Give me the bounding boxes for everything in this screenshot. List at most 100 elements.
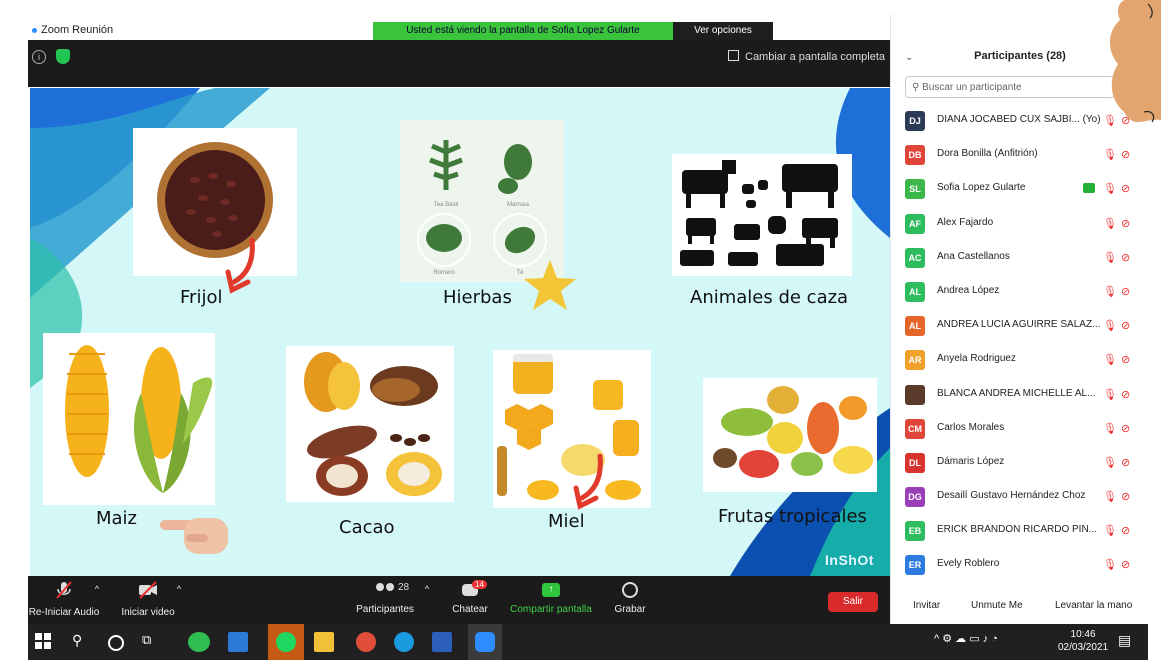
- label-cacao: Cacao: [339, 517, 395, 538]
- participant-row[interactable]: AL Andrea López 🎙 ⊘: [891, 275, 1149, 309]
- fullscreen-button[interactable]: Cambiar a pantalla completa: [728, 50, 885, 63]
- participant-row[interactable]: AF Alex Fajardo 🎙 ⊘: [891, 207, 1149, 241]
- spotify-tile[interactable]: [268, 624, 304, 660]
- file-explorer-icon[interactable]: [314, 632, 334, 652]
- participants-button[interactable]: 28 Participantes: [350, 580, 420, 615]
- chat-icon: 14: [446, 580, 494, 600]
- spotify-icon: [276, 632, 296, 652]
- participant-row[interactable]: EB ERICK BRANDON RICARDO PIN... 🎙 ⊘: [891, 514, 1149, 548]
- label-frijol: Frijol: [180, 287, 223, 308]
- muted-mic-icon: 🎙: [1103, 251, 1117, 264]
- taskbar-clock[interactable]: 10:46 02/03/2021: [1058, 628, 1108, 654]
- video-off-icon: ⊘: [1121, 285, 1131, 298]
- label-animales: Animales de caza: [690, 287, 849, 308]
- share-header: i Cambiar a pantalla completa: [28, 40, 890, 87]
- fullscreen-icon: [728, 50, 739, 61]
- muted-mic-icon: 🎙: [1103, 525, 1117, 538]
- video-off-icon: ⊘: [1121, 525, 1131, 538]
- participant-row[interactable]: SL Sofia Lopez Gularte 🎙 ⊘: [891, 172, 1149, 206]
- participant-name: Anyela Rodriguez: [937, 353, 1016, 365]
- participant-row[interactable]: BLANCA ANDREA MICHELLE AL... 🎙 ⊘: [891, 378, 1149, 412]
- search-icon: ⚲: [912, 82, 920, 93]
- avatar: DL: [905, 452, 925, 473]
- participants-icon: 28: [350, 580, 420, 600]
- view-options-button[interactable]: Ver opciones: [673, 22, 773, 40]
- participant-name: Evely Roblero: [937, 558, 1000, 570]
- participant-row[interactable]: AC Ana Castellanos 🎙 ⊘: [891, 241, 1149, 275]
- avatar: AL: [905, 316, 925, 337]
- video-off-icon: ⊘: [1121, 559, 1131, 572]
- zoom-icon: [32, 28, 37, 33]
- video-off-icon: ⊘: [1121, 217, 1131, 230]
- zoom-icon: [475, 632, 495, 652]
- participant-name: Andrea López: [937, 284, 1000, 296]
- zoom-taskbar-tile[interactable]: [468, 624, 502, 660]
- video-off-icon: ⊘: [1121, 491, 1131, 504]
- chat-label: Chatear: [452, 604, 488, 615]
- video-off-icon: ⊘: [1121, 320, 1131, 333]
- muted-mic-icon: 🎙: [1103, 491, 1117, 504]
- system-tray-icons[interactable]: ^ ⚙ ☁ ▭ ♪ ◔: [934, 632, 1034, 652]
- video-off-icon: ⊘: [1121, 422, 1131, 435]
- participant-list: DJ DIANA JOCABED CUX SAJBI... (Yo) 🎙 ⊘ DB Do…: [891, 104, 1149, 583]
- search-icon[interactable]: ⚲: [72, 632, 92, 652]
- info-icon[interactable]: i: [32, 50, 46, 64]
- label-frutas: Frutas tropicales: [718, 506, 867, 527]
- muted-mic-icon: 🎙: [1103, 320, 1117, 333]
- cacao-image: [286, 346, 454, 502]
- clock-date: 02/03/2021: [1058, 642, 1109, 653]
- participant-search-input[interactable]: ⚲ Buscar un participante: [905, 76, 1115, 98]
- whatsapp-icon[interactable]: [188, 632, 210, 652]
- participant-row[interactable]: CM Carlos Morales 🎙 ⊘: [891, 412, 1149, 446]
- shield-icon[interactable]: [56, 49, 70, 64]
- viewing-banner: Usted está viendo la pantalla de Sofia L…: [373, 22, 673, 40]
- participants-chevron-icon[interactable]: ^: [420, 584, 434, 594]
- muted-mic-icon: 🎙: [1103, 388, 1117, 401]
- audio-options-chevron-icon[interactable]: ^: [90, 584, 104, 594]
- participant-name: Alex Fajardo: [937, 216, 994, 228]
- frijol-image: [133, 128, 297, 276]
- participant-name: Dora Bonilla (Anfitrión): [937, 148, 1038, 160]
- animales-image: [672, 154, 852, 276]
- chrome-icon[interactable]: [356, 632, 376, 652]
- task-view-icon[interactable]: ⧉: [142, 632, 162, 652]
- video-off-icon: ⊘: [1121, 354, 1131, 367]
- participant-name: Desailí Gustavo Hernández Choz: [937, 490, 1086, 502]
- avatar: DG: [905, 487, 925, 508]
- participant-row[interactable]: ER Evely Roblero 🎙 ⊘: [891, 548, 1149, 582]
- participant-row[interactable]: AL ANDREA LUCIA AGUIRRE SALAZ... 🎙 ⊘: [891, 309, 1149, 343]
- share-screen-button[interactable]: ↑ Compartir pantalla: [506, 580, 596, 615]
- participant-name: Ana Castellanos: [937, 250, 1010, 262]
- video-options-chevron-icon[interactable]: ^: [172, 584, 186, 594]
- red-arrow-icon: [225, 238, 255, 294]
- frutas-image: [703, 378, 877, 492]
- participants-count: 28: [398, 582, 410, 593]
- video-off-icon: ⊘: [1121, 149, 1131, 162]
- participant-name: Sofia Lopez Gularte: [937, 182, 1026, 194]
- participant-name: Dámaris López: [937, 455, 1005, 467]
- invite-button[interactable]: Invitar: [913, 600, 940, 611]
- windows-start-icon[interactable]: [34, 632, 54, 652]
- avatar: AF: [905, 213, 925, 234]
- word-icon[interactable]: [432, 632, 452, 652]
- notifications-icon[interactable]: ▤: [1118, 632, 1138, 652]
- participant-name: Carlos Morales: [937, 421, 1005, 433]
- cortana-icon[interactable]: [108, 632, 128, 652]
- participant-row[interactable]: AR Anyela Rodriguez 🎙 ⊘: [891, 343, 1149, 377]
- record-label: Grabar: [614, 604, 646, 615]
- record-button[interactable]: Grabar: [610, 580, 650, 615]
- star-icon: [524, 260, 576, 310]
- participant-row[interactable]: DB Dora Bonilla (Anfitrión) 🎙 ⊘: [891, 138, 1149, 172]
- store-icon[interactable]: [228, 632, 248, 652]
- unmute-button[interactable]: Unmute Me: [971, 600, 1023, 611]
- raise-hand-button[interactable]: Levantar la mano: [1055, 600, 1132, 611]
- participant-row[interactable]: DL Dámaris López 🎙 ⊘: [891, 446, 1149, 480]
- audio-label: Re-Iniciar Audio: [28, 607, 100, 618]
- avatar: DJ: [905, 111, 925, 131]
- edge-icon[interactable]: [394, 632, 414, 652]
- participant-row[interactable]: DG Desailí Gustavo Hernández Choz 🎙 ⊘: [891, 480, 1149, 514]
- chat-button[interactable]: 14 Chatear: [446, 580, 494, 615]
- leave-button[interactable]: Salir: [828, 592, 878, 612]
- pointing-hand-icon: [160, 518, 228, 554]
- avatar: DB: [905, 145, 925, 166]
